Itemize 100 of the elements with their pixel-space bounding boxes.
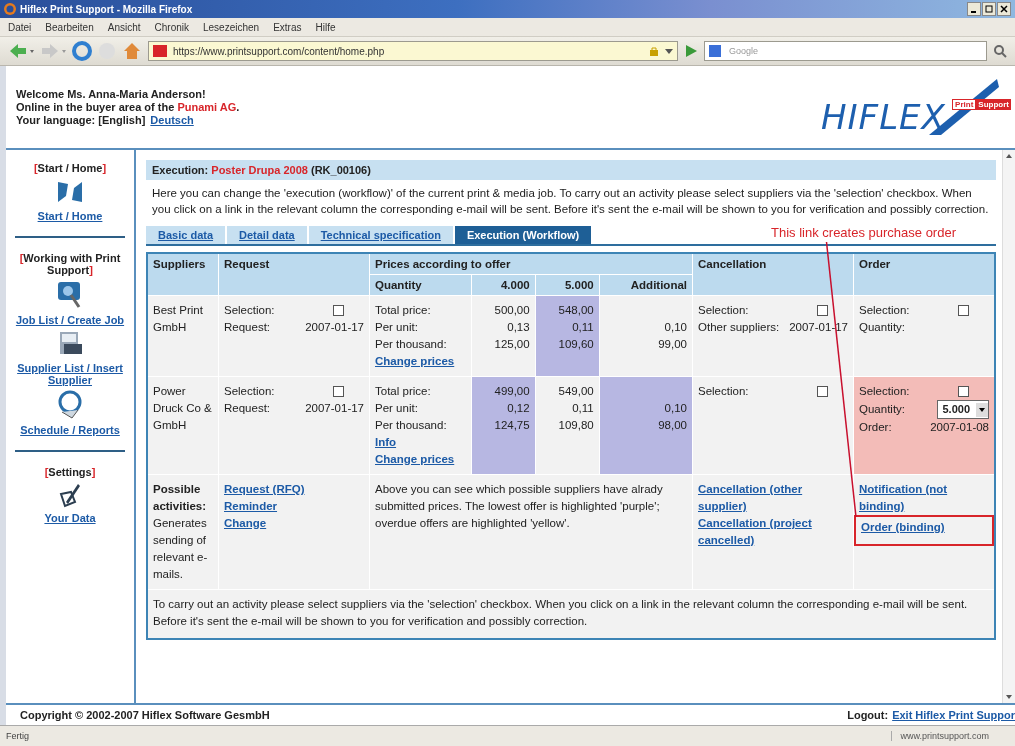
logout-link[interactable]: Exit Hiflex Print Suppor [892, 709, 1015, 721]
intro-text: Here you can change the 'execution (workflow)' of the current print & media job. To carry out an activity please select suppliers via the 'selection' checkbox. When you click on a link in the relevant column the corresponding e-mail will be sent. Before it's sent the e-mail will be shown to you for verification and possibly correction. [152, 186, 990, 217]
activity-link[interactable]: Change [224, 515, 364, 532]
annotation-text: This link creates purchase order [771, 225, 956, 240]
lock-icon [649, 46, 659, 56]
menu-item[interactable]: Lesezeichen [203, 21, 260, 33]
header-text: Online in the buyer area of the Punami AG. [16, 101, 240, 113]
menu-item[interactable]: Extras [273, 21, 302, 33]
field-label: Other suppliers: [698, 320, 780, 335]
logo-tag: Print [952, 99, 977, 110]
go-icon[interactable] [684, 44, 698, 58]
price-value: 98,00 [658, 419, 687, 431]
window-title: Hiflex Print Support - Mozilla Firefox [4, 3, 193, 15]
address-field[interactable]: https://www.printsupport.com/content/home.php [148, 41, 678, 61]
sidebar-link[interactable]: Job List / Create Job [15, 314, 125, 326]
tab[interactable]: Execution (Workflow) [454, 226, 592, 244]
dropdown-icon[interactable] [665, 47, 673, 55]
date-value: 2007-01-08 [930, 420, 989, 435]
field-label: Selection: [698, 303, 749, 318]
price-label: Per unit: [375, 402, 418, 414]
field-label: Quantity: [859, 320, 906, 335]
sidebar-link[interactable]: Supplier List / Insert Supplier [15, 362, 125, 386]
quantity-select[interactable]: 5.000 [937, 400, 989, 419]
status-url: www.printsupport.com [891, 731, 1009, 741]
menu-item[interactable]: Chronik [154, 21, 189, 33]
field-label: Request: [224, 320, 271, 335]
menu-item[interactable]: Datei [8, 21, 32, 33]
price-link[interactable]: Change prices [375, 355, 455, 367]
maximize-icon[interactable] [982, 2, 996, 16]
browser-logo-icon [4, 3, 16, 15]
checkbox[interactable] [333, 305, 344, 316]
language-link[interactable]: Deutsch [150, 114, 194, 126]
sidebar-link[interactable]: Start / Home [37, 210, 103, 222]
header-text: Your language: [English] [16, 114, 146, 126]
price-value: 109,80 [558, 419, 594, 431]
section-title: [Settings] [44, 466, 96, 478]
header-text: Welcome Ms. Anna-Maria Anderson! [16, 88, 206, 100]
price-value: 0,11 [572, 402, 594, 414]
logo-text: HIFLEX [821, 97, 946, 137]
table-cell: Above you can see which possible suppliers have alrady submitted prices. The lowest offer is highlighted 'purple'; overdue offers are highlighted 'yellow'. [369, 474, 693, 590]
table-cell: Best Print GmbH [147, 295, 219, 377]
menu-item[interactable]: Bearbeiten [45, 21, 94, 33]
activities-label: Possible activities: [153, 483, 207, 512]
tab[interactable]: Detail data [227, 226, 307, 244]
checkbox[interactable] [817, 305, 828, 316]
table-cell: Power Druck Co & GmbH [147, 376, 219, 475]
price-value: 0,10 [664, 402, 687, 414]
logout-label: Logout: [847, 709, 889, 721]
price-label: Total price: [375, 304, 431, 316]
tab[interactable]: Basic data [146, 226, 226, 244]
sidebar-link[interactable]: Schedule / Reports [20, 424, 120, 436]
activity-link[interactable]: Notification (not binding) [859, 481, 989, 515]
footnote-text: To carry out an activity please select suppliers via the 'selection' checkbox. When you click on a link in the relevant column the corresponding e-mail will be sent. Before it's sent the e-mail will be shown to you for verification and possibly correction. [147, 589, 995, 639]
field-label: Selection: [224, 384, 275, 399]
price-link[interactable]: Info [375, 436, 397, 448]
checkbox[interactable] [958, 386, 969, 397]
price-value: 109,60 [558, 338, 594, 350]
activity-link[interactable]: Cancellation (project cancelled) [698, 515, 848, 549]
column-header: Suppliers [147, 253, 219, 296]
column-header: Cancellation [692, 253, 854, 296]
price-value: 548,00 [558, 304, 594, 316]
section-title: [Start / Home] [33, 162, 107, 174]
search-icon[interactable] [993, 44, 1007, 58]
checkbox[interactable] [958, 305, 969, 316]
copyright-text: Copyright © 2002-2007 Hiflex Software GesmbH [20, 709, 270, 721]
tab[interactable]: Technical specification [308, 226, 453, 244]
activities-description: Generates sending of relevant e-mails. [153, 517, 208, 580]
price-value: 0,12 [507, 402, 530, 414]
price-label: Per unit: [375, 321, 418, 333]
field-label: Quantity: [859, 402, 906, 417]
menu-item[interactable]: Ansicht [107, 21, 141, 33]
column-header: Prices according to offer [369, 253, 693, 275]
reload-icon[interactable] [72, 41, 92, 61]
price-link[interactable]: Change prices [375, 453, 455, 465]
activity-link[interactable]: Order (binding) [861, 519, 987, 536]
price-value: 0,13 [507, 321, 530, 333]
price-label: Per thousand: [375, 419, 447, 431]
sidebar-link[interactable]: Your Data [44, 512, 96, 524]
price-value: 0,10 [664, 321, 687, 333]
field-label: Order: [859, 420, 892, 435]
menu-item[interactable]: Hilfe [315, 21, 336, 33]
field-label: Selection: [859, 384, 910, 399]
price-value: 549,00 [558, 385, 594, 397]
column-header: Order [853, 253, 995, 296]
scrollbar[interactable] [1002, 150, 1015, 703]
dropdown-icon [976, 402, 988, 417]
activity-link[interactable]: Request (RFQ) [224, 481, 364, 498]
checkbox[interactable] [817, 386, 828, 397]
close-icon[interactable] [997, 2, 1011, 16]
logo-tag: Support [976, 99, 1011, 110]
column-header: Request [218, 253, 370, 296]
page-heading: Execution: Poster Drupa 2008 (RK_00106) [146, 160, 996, 180]
field-label: Selection: [698, 384, 749, 399]
activity-link[interactable]: Reminder [224, 498, 364, 515]
price-label: Total price: [375, 385, 431, 397]
activity-link[interactable]: Cancellation (other supplier) [698, 481, 848, 515]
minimize-icon[interactable] [967, 2, 981, 16]
price-value: 499,00 [494, 385, 530, 397]
checkbox[interactable] [333, 386, 344, 397]
status-text: Fertig [6, 731, 29, 741]
